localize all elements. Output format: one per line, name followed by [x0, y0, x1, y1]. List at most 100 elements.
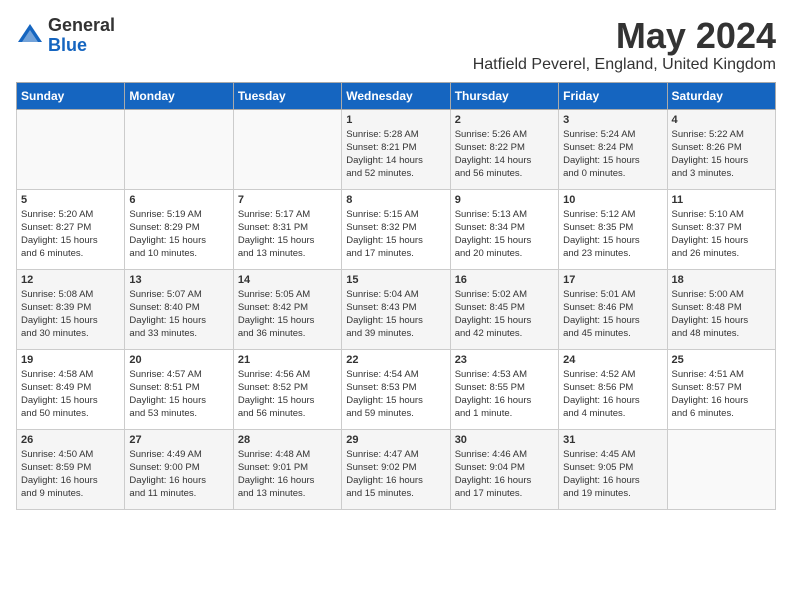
location-title: Hatfield Peverel, England, United Kingdo…	[473, 56, 776, 74]
day-number: 31	[563, 434, 662, 446]
calendar-row-4: 26 Sunrise: 4:50 AM Sunset: 8:59 PM Dayli…	[17, 429, 776, 509]
weekday-header-friday: Friday	[559, 82, 667, 109]
calendar-table: SundayMondayTuesdayWednesdayThursdayFrid…	[16, 82, 776, 510]
cell-text: Sunrise: 5:04 AM Sunset: 8:43 PM Dayligh…	[346, 288, 445, 341]
calendar-cell: 31 Sunrise: 4:45 AM Sunset: 9:05 PM Dayli…	[559, 429, 667, 509]
day-number: 16	[455, 274, 554, 286]
calendar-row-3: 19 Sunrise: 4:58 AM Sunset: 8:49 PM Dayli…	[17, 349, 776, 429]
day-number: 5	[21, 194, 120, 206]
cell-text: Sunrise: 4:52 AM Sunset: 8:56 PM Dayligh…	[563, 368, 662, 421]
day-number: 23	[455, 354, 554, 366]
calendar-cell	[17, 109, 125, 189]
calendar-cell: 13Sunrise: 5:07 AM Sunset: 8:40 PM Dayli…	[125, 269, 233, 349]
logo-icon	[16, 22, 44, 50]
calendar-cell: 27 Sunrise: 4:49 AM Sunset: 9:00 PM Dayli…	[125, 429, 233, 509]
day-number: 8	[346, 194, 445, 206]
weekday-header-monday: Monday	[125, 82, 233, 109]
cell-text: Sunrise: 4:47 AM Sunset: 9:02 PM Dayligh…	[346, 448, 445, 501]
title-area: May 2024 Hatfield Peverel, England, Unit…	[473, 16, 776, 74]
day-number: 19	[21, 354, 120, 366]
day-number: 26	[21, 434, 120, 446]
cell-text: Sunrise: 5:08 AM Sunset: 8:39 PM Dayligh…	[21, 288, 120, 341]
weekday-header-saturday: Saturday	[667, 82, 775, 109]
calendar-cell: 12Sunrise: 5:08 AM Sunset: 8:39 PM Dayli…	[17, 269, 125, 349]
cell-text: Sunrise: 5:10 AM Sunset: 8:37 PM Dayligh…	[672, 208, 771, 261]
cell-text: Sunrise: 5:22 AM Sunset: 8:26 PM Dayligh…	[672, 128, 771, 181]
cell-text: Sunrise: 4:53 AM Sunset: 8:55 PM Dayligh…	[455, 368, 554, 421]
logo-general-text: General	[48, 16, 115, 36]
day-number: 9	[455, 194, 554, 206]
calendar-cell: 14 Sunrise: 5:05 AM Sunset: 8:42 PM Dayli…	[233, 269, 341, 349]
weekday-header-tuesday: Tuesday	[233, 82, 341, 109]
calendar-cell: 7 Sunrise: 5:17 AM Sunset: 8:31 PM Daylig…	[233, 189, 341, 269]
calendar-cell: 6Sunrise: 5:19 AM Sunset: 8:29 PM Daylig…	[125, 189, 233, 269]
cell-text: Sunrise: 4:45 AM Sunset: 9:05 PM Dayligh…	[563, 448, 662, 501]
day-number: 4	[672, 114, 771, 126]
month-title: May 2024	[473, 16, 776, 56]
calendar-cell: 29 Sunrise: 4:47 AM Sunset: 9:02 PM Dayli…	[342, 429, 450, 509]
calendar-cell	[667, 429, 775, 509]
logo: General Blue	[16, 16, 115, 56]
cell-text: Sunrise: 5:00 AM Sunset: 8:48 PM Dayligh…	[672, 288, 771, 341]
logo-blue-text: Blue	[48, 36, 115, 56]
cell-text: Sunrise: 4:50 AM Sunset: 8:59 PM Dayligh…	[21, 448, 120, 501]
cell-text: Sunrise: 5:02 AM Sunset: 8:45 PM Dayligh…	[455, 288, 554, 341]
day-number: 6	[129, 194, 228, 206]
cell-text: Sunrise: 4:49 AM Sunset: 9:00 PM Dayligh…	[129, 448, 228, 501]
calendar-cell: 25 Sunrise: 4:51 AM Sunset: 8:57 PM Dayli…	[667, 349, 775, 429]
calendar-cell: 5Sunrise: 5:20 AM Sunset: 8:27 PM Daylig…	[17, 189, 125, 269]
day-number: 20	[129, 354, 228, 366]
weekday-header-wednesday: Wednesday	[342, 82, 450, 109]
calendar-cell: 10 Sunrise: 5:12 AM Sunset: 8:35 PM Dayli…	[559, 189, 667, 269]
day-number: 30	[455, 434, 554, 446]
cell-text: Sunrise: 4:56 AM Sunset: 8:52 PM Dayligh…	[238, 368, 337, 421]
cell-text: Sunrise: 5:24 AM Sunset: 8:24 PM Dayligh…	[563, 128, 662, 181]
weekday-header-row: SundayMondayTuesdayWednesdayThursdayFrid…	[17, 82, 776, 109]
cell-text: Sunrise: 5:01 AM Sunset: 8:46 PM Dayligh…	[563, 288, 662, 341]
cell-text: Sunrise: 5:28 AM Sunset: 8:21 PM Dayligh…	[346, 128, 445, 181]
calendar-cell: 17 Sunrise: 5:01 AM Sunset: 8:46 PM Dayli…	[559, 269, 667, 349]
day-number: 11	[672, 194, 771, 206]
calendar-cell: 28Sunrise: 4:48 AM Sunset: 9:01 PM Dayli…	[233, 429, 341, 509]
logo-text: General Blue	[48, 16, 115, 56]
calendar-cell: 9 Sunrise: 5:13 AM Sunset: 8:34 PM Daylig…	[450, 189, 558, 269]
cell-text: Sunrise: 5:12 AM Sunset: 8:35 PM Dayligh…	[563, 208, 662, 261]
calendar-cell	[125, 109, 233, 189]
cell-text: Sunrise: 5:17 AM Sunset: 8:31 PM Dayligh…	[238, 208, 337, 261]
cell-text: Sunrise: 5:15 AM Sunset: 8:32 PM Dayligh…	[346, 208, 445, 261]
calendar-cell: 24 Sunrise: 4:52 AM Sunset: 8:56 PM Dayli…	[559, 349, 667, 429]
cell-text: Sunrise: 4:58 AM Sunset: 8:49 PM Dayligh…	[21, 368, 120, 421]
weekday-header-sunday: Sunday	[17, 82, 125, 109]
cell-text: Sunrise: 5:07 AM Sunset: 8:40 PM Dayligh…	[129, 288, 228, 341]
cell-text: Sunrise: 5:13 AM Sunset: 8:34 PM Dayligh…	[455, 208, 554, 261]
cell-text: Sunrise: 4:46 AM Sunset: 9:04 PM Dayligh…	[455, 448, 554, 501]
calendar-cell: 2Sunrise: 5:26 AM Sunset: 8:22 PM Daylig…	[450, 109, 558, 189]
day-number: 24	[563, 354, 662, 366]
day-number: 15	[346, 274, 445, 286]
day-number: 10	[563, 194, 662, 206]
day-number: 7	[238, 194, 337, 206]
cell-text: Sunrise: 4:57 AM Sunset: 8:51 PM Dayligh…	[129, 368, 228, 421]
cell-text: Sunrise: 5:05 AM Sunset: 8:42 PM Dayligh…	[238, 288, 337, 341]
calendar-cell: 15 Sunrise: 5:04 AM Sunset: 8:43 PM Dayli…	[342, 269, 450, 349]
calendar-row-2: 12Sunrise: 5:08 AM Sunset: 8:39 PM Dayli…	[17, 269, 776, 349]
calendar-cell: 21Sunrise: 4:56 AM Sunset: 8:52 PM Dayli…	[233, 349, 341, 429]
day-number: 17	[563, 274, 662, 286]
day-number: 27	[129, 434, 228, 446]
calendar-cell: 23 Sunrise: 4:53 AM Sunset: 8:55 PM Dayli…	[450, 349, 558, 429]
cell-text: Sunrise: 5:26 AM Sunset: 8:22 PM Dayligh…	[455, 128, 554, 181]
calendar-cell: 22 Sunrise: 4:54 AM Sunset: 8:53 PM Dayli…	[342, 349, 450, 429]
day-number: 29	[346, 434, 445, 446]
calendar-row-1: 5Sunrise: 5:20 AM Sunset: 8:27 PM Daylig…	[17, 189, 776, 269]
cell-text: Sunrise: 4:51 AM Sunset: 8:57 PM Dayligh…	[672, 368, 771, 421]
calendar-cell: 1Sunrise: 5:28 AM Sunset: 8:21 PM Daylig…	[342, 109, 450, 189]
calendar-cell	[233, 109, 341, 189]
day-number: 14	[238, 274, 337, 286]
weekday-header-thursday: Thursday	[450, 82, 558, 109]
cell-text: Sunrise: 4:54 AM Sunset: 8:53 PM Dayligh…	[346, 368, 445, 421]
day-number: 25	[672, 354, 771, 366]
calendar-cell: 4 Sunrise: 5:22 AM Sunset: 8:26 PM Daylig…	[667, 109, 775, 189]
calendar-cell: 20 Sunrise: 4:57 AM Sunset: 8:51 PM Dayli…	[125, 349, 233, 429]
calendar-cell: 8 Sunrise: 5:15 AM Sunset: 8:32 PM Daylig…	[342, 189, 450, 269]
day-number: 22	[346, 354, 445, 366]
